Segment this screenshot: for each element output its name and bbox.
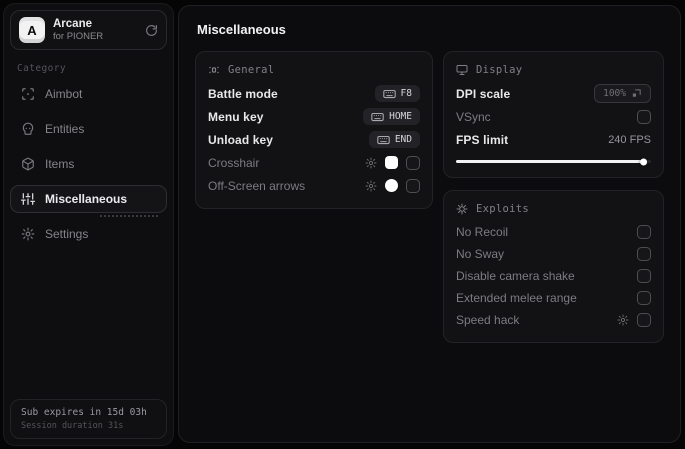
keyboard-icon <box>377 135 390 145</box>
grid-icon <box>208 64 220 76</box>
sliders-icon <box>21 192 35 206</box>
disable-camera-shake-row: Disable camera shake <box>456 265 651 287</box>
speed-hack-row: Speed hack <box>456 309 651 331</box>
vsync-label: VSync <box>456 109 491 124</box>
menu-key-key: HOME <box>389 111 412 122</box>
vsync-checkbox[interactable] <box>637 109 651 124</box>
battle-mode-row: Battle mode F8 <box>208 82 420 105</box>
battle-mode-keybind[interactable]: F8 <box>374 85 420 102</box>
sidebar: A Arcane for PIONER Category Aimbot Enti… <box>3 3 174 446</box>
keyboard-icon <box>382 89 396 99</box>
subscription-status-card: Sub expires in 15d 03h Session duration … <box>10 399 167 439</box>
sidebar-item-label: Aimbot <box>45 87 83 102</box>
offscreen-arrows-checkbox[interactable] <box>406 178 420 193</box>
app-name: Arcane <box>53 18 92 30</box>
offscreen-arrows-row: Off-Screen arrows <box>208 174 420 197</box>
virus-icon <box>456 203 468 215</box>
sidebar-item-aimbot[interactable]: Aimbot <box>10 80 167 108</box>
no-sway-checkbox[interactable] <box>637 247 651 261</box>
dpi-scale-row: DPI scale 100% <box>456 82 651 105</box>
display-card-title: Display <box>476 64 523 76</box>
monitor-icon <box>456 64 468 76</box>
gear-icon[interactable] <box>365 157 377 169</box>
package-icon <box>21 157 35 171</box>
sidebar-item-settings[interactable]: Settings <box>10 220 167 248</box>
fps-limit-label: FPS limit <box>456 132 509 147</box>
speed-hack-label: Speed hack <box>456 313 520 327</box>
no-sway-label: No Sway <box>456 247 505 261</box>
unload-key-keybind[interactable]: END <box>368 131 420 148</box>
extended-melee-range-label: Extended melee range <box>456 291 577 305</box>
gear-icon[interactable] <box>365 180 377 192</box>
category-label: Category <box>17 63 66 75</box>
sidebar-item-label: Entities <box>45 122 85 137</box>
app-header-card: A Arcane for PIONER <box>10 10 167 51</box>
offscreen-arrows-label: Off-Screen arrows <box>208 178 306 193</box>
general-card: General Battle mode F8 Menu key HOME Unl… <box>195 51 433 209</box>
fps-limit-slider[interactable] <box>456 157 651 166</box>
app-logo: A <box>19 17 45 44</box>
sidebar-item-entities[interactable]: Entities <box>10 115 167 143</box>
unload-key-key: END <box>394 134 412 145</box>
disable-camera-shake-checkbox[interactable] <box>637 269 651 283</box>
sidebar-item-miscellaneous[interactable]: Miscellaneous <box>10 185 167 218</box>
sidebar-item-label: Settings <box>45 227 89 242</box>
offscreen-arrows-color-swatch[interactable] <box>385 179 398 192</box>
sidebar-nav: Aimbot Entities Items Miscellaneous Sett… <box>4 80 173 248</box>
battle-mode-key: F8 <box>400 88 412 99</box>
scan-icon <box>21 87 35 101</box>
speed-hack-checkbox[interactable] <box>637 313 651 327</box>
battle-mode-label: Battle mode <box>208 86 278 101</box>
no-sway-row: No Sway <box>456 243 651 265</box>
extended-melee-range-row: Extended melee range <box>456 287 651 309</box>
general-card-title: General <box>228 64 275 76</box>
display-card: Display DPI scale 100% VSync FPS limit 2… <box>443 51 664 178</box>
dpi-scale-label: DPI scale <box>456 86 511 101</box>
keyboard-icon <box>371 112 384 122</box>
gear-icon[interactable] <box>617 314 629 326</box>
gear-icon <box>21 227 35 241</box>
exploits-card: Exploits No Recoil No Sway Disable camer… <box>443 190 664 343</box>
sidebar-item-label: Miscellaneous <box>45 192 128 207</box>
dpi-scale-value: 100% <box>603 88 626 99</box>
disable-camera-shake-label: Disable camera shake <box>456 269 575 283</box>
crosshair-row: Crosshair <box>208 151 420 174</box>
unload-key-label: Unload key <box>208 132 274 147</box>
fps-limit-value: 240 FPS <box>608 133 651 146</box>
extended-melee-range-checkbox[interactable] <box>637 291 651 305</box>
sync-icon[interactable] <box>145 24 158 37</box>
no-recoil-row: No Recoil <box>456 221 651 243</box>
menu-key-keybind[interactable]: HOME <box>363 108 420 125</box>
slider-knob[interactable] <box>640 158 648 165</box>
vsync-row: VSync <box>456 105 651 128</box>
crosshair-label: Crosshair <box>208 155 260 170</box>
slider-fill <box>456 160 646 163</box>
crosshair-color-swatch[interactable] <box>385 156 398 169</box>
session-duration-text: Session duration 31s <box>21 421 124 431</box>
no-recoil-checkbox[interactable] <box>637 225 651 239</box>
skull-icon <box>21 122 35 136</box>
main-panel: Miscellaneous General Battle mode F8 Men… <box>178 5 681 443</box>
menu-key-row: Menu key HOME <box>208 105 420 128</box>
unload-key-row: Unload key END <box>208 128 420 151</box>
sidebar-item-items[interactable]: Items <box>10 150 167 178</box>
sub-expiry-text: Sub expires in 15d 03h <box>21 407 147 418</box>
crosshair-checkbox[interactable] <box>406 155 420 170</box>
page-title: Miscellaneous <box>197 22 286 37</box>
sidebar-item-label: Items <box>45 157 75 172</box>
scale-icon <box>631 88 642 99</box>
menu-key-label: Menu key <box>208 109 264 124</box>
dpi-scale-select[interactable]: 100% <box>594 84 651 103</box>
no-recoil-label: No Recoil <box>456 225 509 239</box>
app-subtitle: for PIONER <box>53 31 104 43</box>
app-header-text: Arcane for PIONER <box>53 17 137 43</box>
exploits-card-title: Exploits <box>476 203 529 215</box>
fps-limit-row: FPS limit 240 FPS <box>456 128 651 151</box>
